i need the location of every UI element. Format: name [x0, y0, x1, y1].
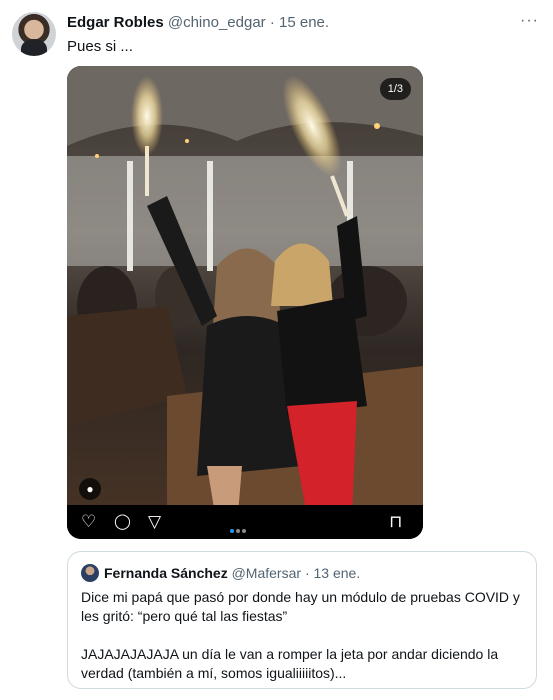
- quoted-tweet[interactable]: Fernanda Sánchez @Mafersar · 13 ene. Dic…: [67, 551, 537, 689]
- more-options-icon[interactable]: ···: [520, 12, 539, 30]
- tweet-photo[interactable]: 1/3 ● ♡ ◯ ▽ ⊓: [67, 66, 423, 539]
- media-action-bar: ♡ ◯ ▽ ⊓: [67, 505, 423, 539]
- author-name[interactable]: Edgar Robles: [67, 14, 164, 31]
- tweet-date[interactable]: 15 ene.: [279, 14, 329, 31]
- tweet[interactable]: Edgar Robles @chino_edgar · 15 ene. ··· …: [0, 0, 553, 700]
- carousel-dots[interactable]: [229, 520, 247, 538]
- quote-paragraph: Dice mi papá que pasó por donde hay un m…: [81, 589, 520, 624]
- quote-author-handle[interactable]: @Mafersar: [232, 565, 301, 581]
- separator: ·: [269, 14, 275, 31]
- quote-author-name[interactable]: Fernanda Sánchez: [104, 565, 228, 581]
- share-icon[interactable]: ▽: [148, 512, 161, 532]
- comment-icon[interactable]: ◯: [114, 512, 131, 532]
- carousel-dot[interactable]: [230, 529, 234, 533]
- avatar[interactable]: [12, 12, 56, 56]
- heart-icon[interactable]: ♡: [81, 512, 96, 532]
- tweet-header: Edgar Robles @chino_edgar · 15 ene.: [67, 14, 329, 31]
- author-handle[interactable]: @chino_edgar: [168, 14, 266, 31]
- carousel-dot[interactable]: [242, 529, 246, 533]
- carousel-dot[interactable]: [236, 529, 240, 533]
- quote-avatar[interactable]: [81, 564, 99, 582]
- quote-paragraph: JAJAJAJAJAJA un día le van a romper la j…: [81, 646, 499, 681]
- party-photo: [67, 66, 423, 539]
- separator: ·: [304, 565, 310, 581]
- person-icon[interactable]: ●: [79, 478, 101, 500]
- quote-date[interactable]: 13 ene.: [314, 565, 361, 581]
- quote-text: Dice mi papá que pasó por donde hay un m…: [81, 588, 527, 683]
- bookmark-icon[interactable]: ⊓: [389, 512, 402, 532]
- quote-header: Fernanda Sánchez @Mafersar · 13 ene.: [104, 565, 360, 581]
- tweet-text: Pues si ...: [67, 38, 133, 55]
- media-counter: 1/3: [379, 78, 411, 100]
